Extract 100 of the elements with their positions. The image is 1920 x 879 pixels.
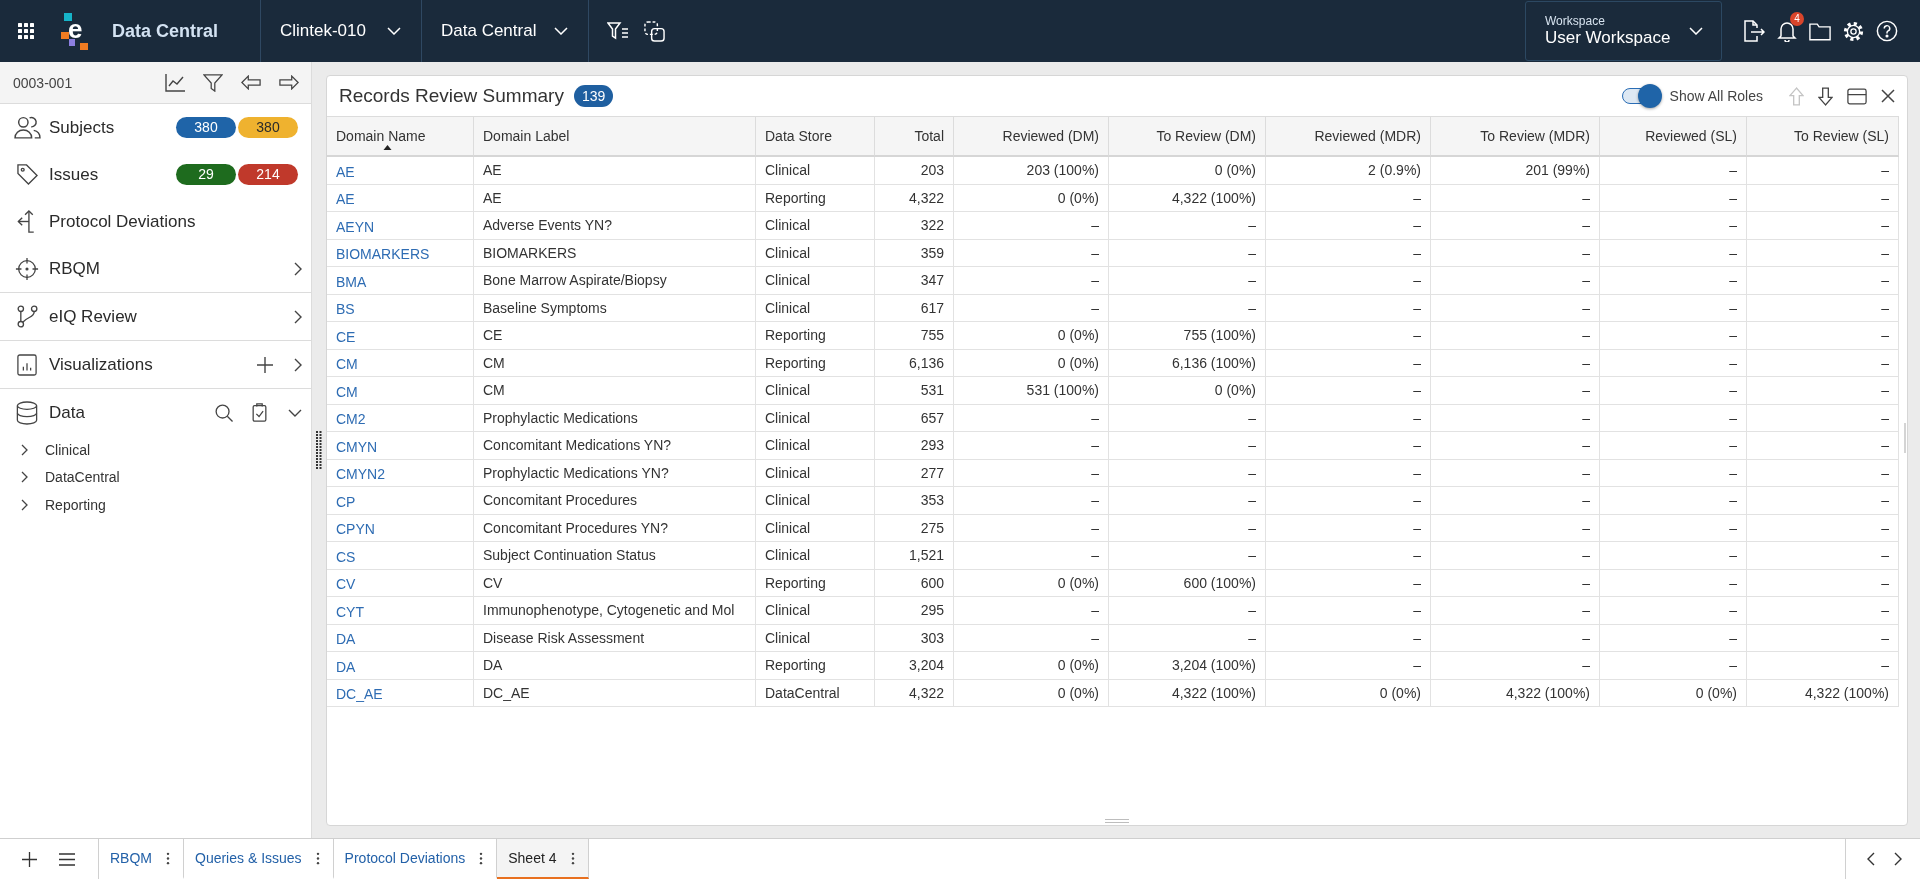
clipboard-check-icon[interactable] xyxy=(252,403,267,422)
domain-link[interactable]: AE xyxy=(336,163,355,180)
layout-icon[interactable] xyxy=(1847,87,1867,105)
column-header[interactable]: To Review (MDR) xyxy=(1431,117,1600,157)
chevron-right-icon[interactable] xyxy=(294,357,302,372)
column-header[interactable]: Data Store xyxy=(756,117,875,157)
table-cell: 203 (100%) xyxy=(954,157,1109,185)
chevron-down-icon[interactable] xyxy=(288,408,302,417)
domain-link[interactable]: CE xyxy=(336,328,356,345)
table-cell: – xyxy=(954,487,1109,515)
domain-link[interactable]: AE xyxy=(336,191,355,208)
domain-link[interactable]: CP xyxy=(336,493,356,510)
table-cell: – xyxy=(954,294,1109,322)
sidebar-link[interactable]: Visualizations xyxy=(49,354,153,375)
line-chart-icon[interactable] xyxy=(165,73,185,92)
table-cell: – xyxy=(954,404,1109,432)
chevron-right-icon[interactable] xyxy=(1894,852,1902,866)
column-header[interactable]: Reviewed (MDR) xyxy=(1266,117,1431,157)
resize-handle[interactable] xyxy=(1904,422,1906,453)
domain-link[interactable]: CYT xyxy=(336,603,364,620)
show-all-roles-toggle[interactable] xyxy=(1621,84,1662,108)
copy-icon[interactable] xyxy=(644,20,665,42)
table-cell: – xyxy=(1431,597,1600,625)
domain-link[interactable]: CM xyxy=(336,383,358,400)
chevron-right-icon[interactable] xyxy=(294,261,302,276)
sidebar-link[interactable]: Issues xyxy=(49,164,99,185)
arrow-down-icon[interactable] xyxy=(1818,86,1833,106)
kebab-menu-icon[interactable] xyxy=(166,851,170,865)
tree-item-label[interactable]: Reporting xyxy=(45,496,106,513)
table-cell: 617 xyxy=(875,294,954,322)
column-header[interactable]: To Review (DM) xyxy=(1109,117,1266,157)
table-cell: 600 xyxy=(875,569,954,597)
table-cell: – xyxy=(954,432,1109,460)
domain-link[interactable]: BIOMARKERS xyxy=(336,246,430,263)
table-cell: 293 xyxy=(875,432,954,460)
sheet-tab[interactable]: RBQM xyxy=(99,839,184,879)
domain-link[interactable]: CV xyxy=(336,576,356,593)
table-cell: – xyxy=(1600,267,1747,295)
menu-icon[interactable] xyxy=(59,852,75,866)
column-header[interactable]: Total xyxy=(875,117,954,157)
close-icon[interactable] xyxy=(1881,89,1895,103)
export-icon[interactable] xyxy=(1743,20,1765,42)
record-id: 0003-001 xyxy=(13,74,73,91)
chevron-right-icon[interactable] xyxy=(20,498,28,511)
bell-icon[interactable] xyxy=(1777,20,1797,42)
column-header[interactable]: Reviewed (DM) xyxy=(954,117,1109,157)
apps-grid-icon[interactable] xyxy=(18,23,34,39)
sidebar-link[interactable]: Subjects xyxy=(49,117,115,138)
tree-item-label[interactable]: DataCentral xyxy=(45,469,120,486)
chevron-right-icon[interactable] xyxy=(20,471,28,484)
domain-link[interactable]: DA xyxy=(336,658,356,675)
table-cell: CM xyxy=(474,349,756,377)
arrow-right-icon[interactable] xyxy=(279,75,299,90)
filter-list-icon[interactable] xyxy=(607,22,629,40)
domain-link[interactable]: BMA xyxy=(336,273,367,290)
sidebar-link[interactable]: eIQ Review xyxy=(49,306,137,327)
sheet-tab[interactable]: Queries & Issues xyxy=(184,839,334,879)
table-cell: Clinical xyxy=(756,212,875,240)
kebab-menu-icon[interactable] xyxy=(570,851,575,865)
domain-link[interactable]: DC_AE xyxy=(336,686,383,703)
kebab-menu-icon[interactable] xyxy=(315,851,320,865)
settings-icon[interactable] xyxy=(1843,20,1864,42)
resize-handle[interactable] xyxy=(316,431,322,469)
chevron-right-icon[interactable] xyxy=(20,443,28,456)
plus-icon[interactable] xyxy=(22,851,37,867)
table-cell: 3,204 xyxy=(875,652,954,680)
domain-link[interactable]: CPYN xyxy=(336,521,375,538)
domain-link[interactable]: BS xyxy=(336,301,355,318)
column-header[interactable]: Domain Label xyxy=(474,117,756,157)
column-header[interactable]: Domain Name xyxy=(327,117,474,157)
sidebar-link[interactable]: Data xyxy=(49,402,85,423)
table-cell: – xyxy=(1266,212,1431,240)
help-icon[interactable] xyxy=(1876,20,1898,42)
search-icon[interactable] xyxy=(215,403,233,422)
domain-link[interactable]: CS xyxy=(336,548,356,565)
sidebar-link[interactable]: RBQM xyxy=(49,258,100,279)
chevron-right-icon[interactable] xyxy=(294,309,302,324)
domain-link[interactable]: CM2 xyxy=(336,411,366,428)
resize-handle[interactable] xyxy=(1105,819,1129,823)
domain-link[interactable]: CMYN xyxy=(336,438,378,455)
column-header[interactable]: To Review (SL) xyxy=(1747,117,1899,157)
domain-link[interactable]: CMYN2 xyxy=(336,466,385,483)
workspace-selector[interactable]: Workspace User Workspace xyxy=(1525,1,1722,61)
table-cell: 531 xyxy=(875,377,954,405)
domain-link[interactable]: CM xyxy=(336,356,358,373)
domain-link[interactable]: DA xyxy=(336,631,356,648)
folder-icon[interactable] xyxy=(1809,21,1831,41)
arrow-left-icon[interactable] xyxy=(241,75,261,90)
chevron-left-icon[interactable] xyxy=(1867,852,1875,866)
table-cell: – xyxy=(1431,459,1600,487)
filter-icon[interactable] xyxy=(203,73,223,92)
kebab-menu-icon[interactable] xyxy=(479,851,484,865)
git-branch-icon xyxy=(16,305,38,328)
sheet-tab[interactable]: Sheet 4 xyxy=(497,839,589,879)
domain-link[interactable]: AEYN xyxy=(336,218,375,235)
table-cell: Clinical xyxy=(756,239,875,267)
sidebar-link[interactable]: Protocol Deviations xyxy=(49,211,196,232)
tree-item-label[interactable]: Clinical xyxy=(45,441,91,458)
column-header[interactable]: Reviewed (SL) xyxy=(1600,117,1747,157)
table-cell: 600 (100%) xyxy=(1109,569,1266,597)
